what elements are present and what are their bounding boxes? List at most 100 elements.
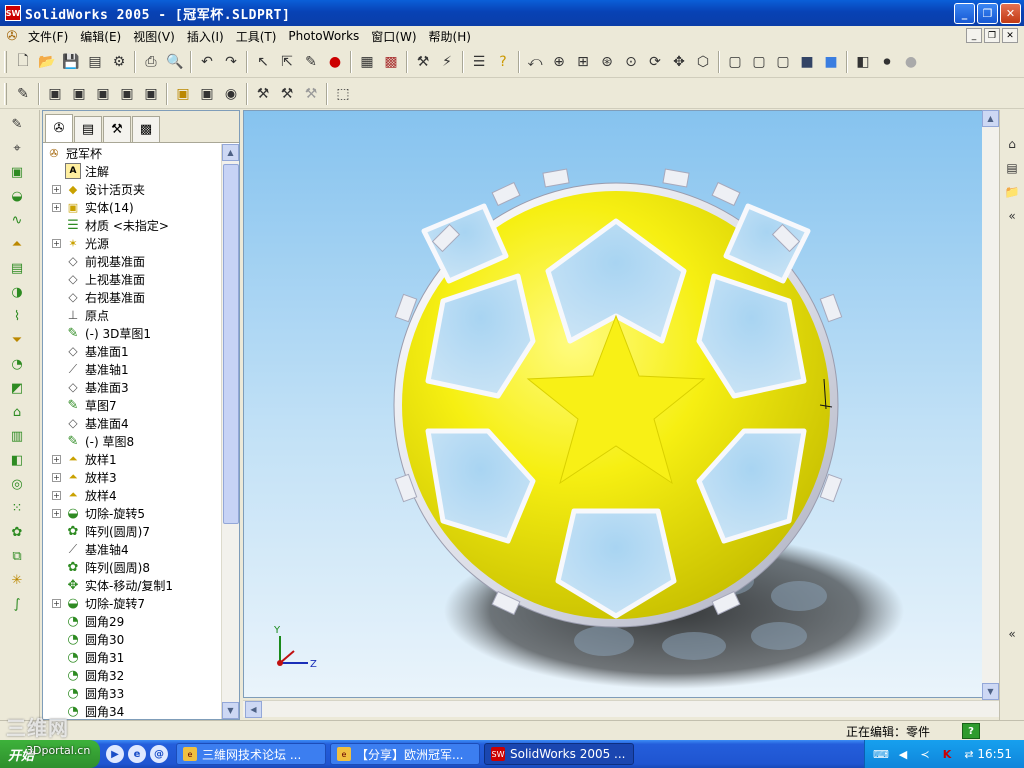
shell-icon[interactable]: ▥ [6,426,28,446]
hidden-lines-removed-icon[interactable]: ▢ [772,51,794,73]
tree-item[interactable]: ⟋ 基准轴4 [43,540,219,558]
tree-expand-button[interactable]: + [52,202,61,212]
zoom-in-out-icon[interactable]: ⊛ [596,51,618,73]
view-image-1-icon[interactable]: ▣ [44,83,66,105]
part-document-icon[interactable]: ✇ [4,28,20,44]
sketch-pen-icon[interactable]: ✎ [300,51,322,73]
tree-item[interactable]: ◔ 圆角32 [43,666,219,684]
back-icon[interactable]: ◀ [895,746,911,762]
shaded-with-edges-icon[interactable]: ■ [796,51,818,73]
perspective-icon[interactable]: ● [900,51,922,73]
tree-item[interactable]: ◇ 右视基准面 [43,288,219,306]
task-forum-1[interactable]: e 三維网技术论坛 ... [176,743,326,765]
tree-expand-button[interactable]: + [52,598,61,608]
material-editor-icon[interactable]: ▩ [380,51,402,73]
open-folder-icon[interactable]: 📂 [36,51,58,73]
tree-expand-button[interactable]: + [52,472,61,482]
previous-view-icon[interactable]: ⤺ [524,51,546,73]
shadows-icon[interactable]: ◧ [852,51,874,73]
hole-wizard-icon[interactable]: ◎ [6,474,28,494]
tree-item[interactable]: + ◆ 设计活页夹 [43,180,219,198]
browser-icon[interactable]: @ [150,745,168,763]
tree-item[interactable]: ◔ 圆角30 [43,630,219,648]
rebuild-traffic-light-icon[interactable]: ● [324,51,346,73]
realview-icon[interactable]: ⏺ [876,51,898,73]
graphics-area[interactable]: Y Z [243,110,999,698]
shaded-icon[interactable]: ■ [820,51,842,73]
tree-item[interactable]: + ✶ 光源 [43,234,219,252]
status-help-icon[interactable]: ? [962,723,980,739]
grid-options-icon[interactable]: ▦ [356,51,378,73]
viewport-scroll-up-button[interactable]: ▲ [982,110,999,127]
rib-icon[interactable]: ⌂ [6,402,28,422]
tree-item[interactable]: ✎ (-) 3D草图1 [43,324,219,342]
tree-item[interactable]: ◇ 基准面3 [43,378,219,396]
tree-item[interactable]: ✎ (-) 草图8 [43,432,219,450]
tree-item[interactable]: + ⏶ 放样3 [43,468,219,486]
doc-close-button[interactable]: ✕ [1002,28,1018,43]
tree-expand-button[interactable]: + [52,238,61,248]
view-image-4-icon[interactable]: ▣ [116,83,138,105]
fillet-tool-icon[interactable]: ◔ [6,354,28,374]
viewport-horizontal-scrollbar[interactable]: ◀ [243,700,999,718]
tree-item[interactable]: + ◒ 切除-旋转5 [43,504,219,522]
tree-item[interactable]: + ▣ 实体(14) [43,198,219,216]
view-image-2-icon[interactable]: ▣ [68,83,90,105]
tree-item[interactable]: ✿ 阵列(圆周)7 [43,522,219,540]
swept-boss-icon[interactable]: ∿ [6,210,28,230]
tree-item[interactable]: + ◒ 切除-旋转7 [43,594,219,612]
swept-cut-icon[interactable]: ⌇ [6,306,28,326]
task-forum-2[interactable]: e 【分享】欧洲冠军... [330,743,480,765]
print-preview-icon[interactable]: 🔍 [164,51,186,73]
menu-help[interactable]: 帮助(H) [425,28,479,45]
tree-item[interactable]: + ⏶ 放样1 [43,450,219,468]
view-image-5-icon[interactable]: ▣ [140,83,162,105]
doc-restore-button[interactable]: ❐ [984,28,1000,43]
tree-scroll-up-button[interactable]: ▲ [222,144,239,161]
tree-item[interactable]: ◔ 圆角33 [43,684,219,702]
home-icon[interactable]: ⌂ [1002,134,1022,154]
close-button[interactable]: ✕ [1000,3,1021,24]
rotate-view-icon[interactable]: ⟳ [644,51,666,73]
toolbar-grip[interactable] [4,50,7,73]
file-explorer-icon[interactable]: 📁 [1002,182,1022,202]
tree-expand-button[interactable]: + [52,508,61,518]
tree-item[interactable]: ⊥ 原点 [43,306,219,324]
draft-icon[interactable]: ◧ [6,450,28,470]
tree-item[interactable]: ◇ 基准面4 [43,414,219,432]
save-icon[interactable]: 💾 [60,51,82,73]
tree-item[interactable]: ◔ 圆角29 [43,612,219,630]
lofted-cut-icon[interactable]: ⏷ [6,330,28,350]
render-icon[interactable]: ▣ [172,83,194,105]
view-image-3-icon[interactable]: ▣ [92,83,114,105]
media-player-icon[interactable]: ▶ [106,745,124,763]
standard-views-icon[interactable]: ⬡ [692,51,714,73]
tree-item[interactable]: ✎ 草图7 [43,396,219,414]
tree-item[interactable]: ⟋ 基准轴1 [43,360,219,378]
toolbar-grip-2[interactable] [4,82,7,105]
extruded-boss-icon[interactable]: ▣ [6,162,28,182]
edit-sketch-icon[interactable]: ✎ [12,83,34,105]
network-icon[interactable]: ≺ [917,746,933,762]
tab-configuration-manager[interactable]: ⚒ [103,116,131,142]
tray-app-icon[interactable]: ⇄ [961,746,977,762]
tree-scroll-down-button[interactable]: ▼ [222,702,239,719]
menu-file[interactable]: 文件(F) [24,28,76,45]
smart-dim-dropdown-icon[interactable]: ⌖ [6,138,28,158]
tree-item[interactable]: ◇ 前视基准面 [43,252,219,270]
tree-item[interactable]: ☰ 材质 <未指定> [43,216,219,234]
tab-property-manager[interactable]: ▤ [74,116,102,142]
tab-feature-tree[interactable]: ✇ [45,114,73,142]
macro-dropdown-icon[interactable]: ⚒ [412,51,434,73]
redo-icon[interactable]: ↷ [220,51,242,73]
export-image-icon[interactable]: ⬚ [332,83,354,105]
zoom-selection-icon[interactable]: ⊙ [620,51,642,73]
linear-pattern-icon[interactable]: ⁙ [6,498,28,518]
tools-2-icon[interactable]: ⚒ [276,83,298,105]
document-library-icon[interactable]: ▤ [1002,158,1022,178]
menu-insert[interactable]: 插入(I) [183,28,232,45]
tree-expand-button[interactable]: + [52,490,61,500]
assembly-from-part-icon[interactable]: ⚙ [108,51,130,73]
wireframe-icon[interactable]: ▢ [724,51,746,73]
chamfer-icon[interactable]: ◩ [6,378,28,398]
